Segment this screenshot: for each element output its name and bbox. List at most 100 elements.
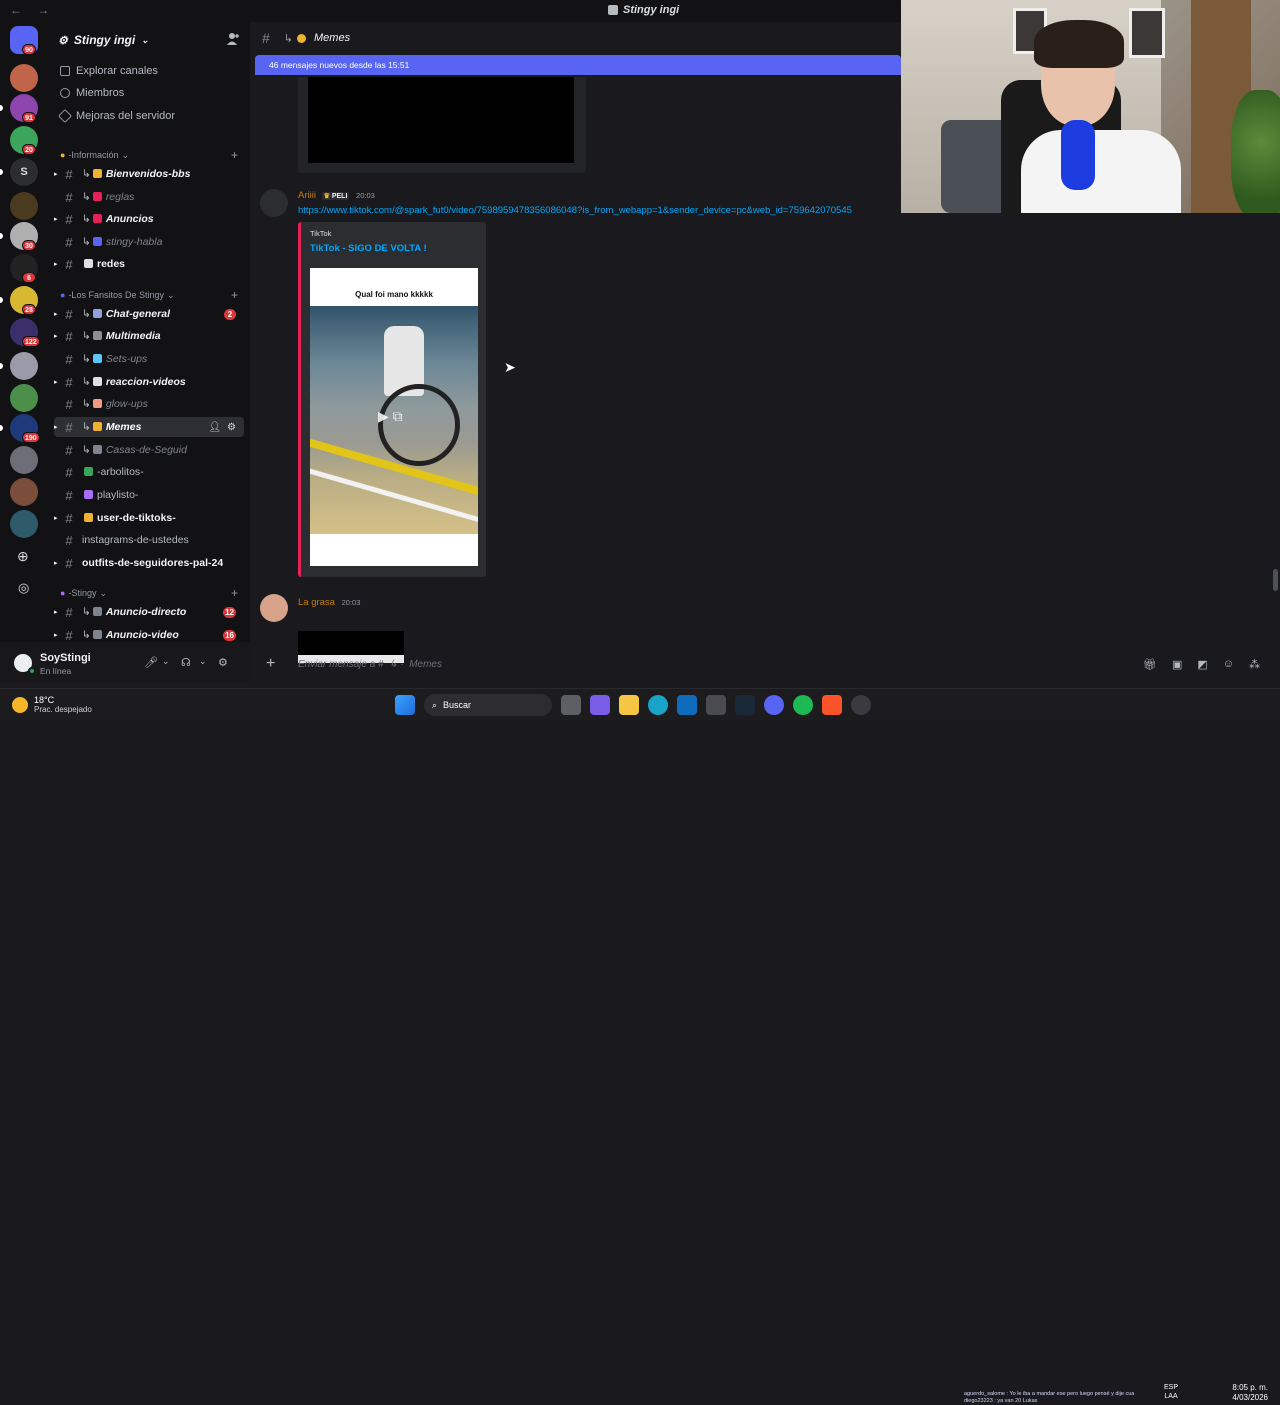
embed-title[interactable]: TikTok - SIGO DE VOLTA ! xyxy=(310,243,427,254)
channel-name: user-de-tiktoks- xyxy=(97,512,176,524)
outlook-icon[interactable] xyxy=(677,695,697,715)
channel-stingy-habla[interactable]: # ↳ stingy-habla xyxy=(54,232,244,252)
channel-label: instagrams-de-ustedes xyxy=(82,534,189,546)
server-server-4-icon[interactable]: S xyxy=(10,158,38,186)
invite-member-icon[interactable] xyxy=(226,32,240,46)
language-indicator[interactable]: ESP LAA xyxy=(1164,1383,1178,1401)
chevron-down-icon[interactable]: ⌄ xyxy=(162,656,170,667)
chatgpt-icon[interactable] xyxy=(851,695,871,715)
invite-member-icon[interactable]: 👤︎ xyxy=(208,422,221,433)
channel-instagrams-de-ustedes[interactable]: # instagrams-de-ustedes xyxy=(54,530,244,550)
new-messages-bar[interactable]: 46 mensajes nuevos desde las 15:51 xyxy=(255,55,901,75)
add-server-icon[interactable]: ⊕ xyxy=(17,548,29,565)
discord-icon[interactable] xyxy=(764,695,784,715)
thread-arrow-icon: ↳ xyxy=(82,444,91,456)
emoji-icon[interactable]: ☺ xyxy=(1223,658,1234,671)
author-name: Ariiii xyxy=(298,190,316,201)
add-channel-icon[interactable]: + xyxy=(231,288,238,302)
members-label: Miembros xyxy=(76,87,125,99)
microphone-icon[interactable]: 🎤︎ xyxy=(144,656,158,669)
channel-sets-ups[interactable]: # ↳ Sets-ups xyxy=(54,349,244,369)
chevron-down-icon[interactable]: ⌄ xyxy=(199,656,207,667)
explore-channels-link[interactable]: Explorar canales xyxy=(60,62,158,80)
brave-icon[interactable] xyxy=(822,695,842,715)
message-input[interactable] xyxy=(298,658,898,670)
channel-redes[interactable]: ▸ # redes xyxy=(54,254,244,274)
message-author[interactable]: Ariiii ♛ PELI 20:03 xyxy=(298,190,375,201)
video-thumbnail[interactable] xyxy=(308,77,574,163)
apps-icon[interactable]: ⁂ xyxy=(1249,658,1260,671)
server-boost-link[interactable]: Mejoras del servidor xyxy=(57,107,175,125)
copilot-icon[interactable] xyxy=(590,695,610,715)
username[interactable]: SoyStingi xyxy=(40,652,91,664)
add-attachment-icon[interactable]: + xyxy=(266,655,275,673)
scrollbar[interactable] xyxy=(1273,569,1278,591)
user-panel: SoyStingi En línea 🎤︎ ⌄ ☊ ⌄ ⚙ xyxy=(0,642,250,682)
weather-widget[interactable]: 18°C Prac. despejado xyxy=(12,695,92,714)
embed-provider[interactable]: TikTok xyxy=(310,229,331,238)
channel-multimedia[interactable]: ▸ # ↳ Multimedia xyxy=(54,326,244,346)
channel-chat-general[interactable]: ▸ # ↳ Chat-general 2 xyxy=(54,304,244,324)
channel-reglas[interactable]: # ↳ reglas xyxy=(54,187,244,207)
play-icon[interactable]: ▶ ⧉ xyxy=(378,408,403,425)
taskbar-search[interactable]: ⌕ Buscar xyxy=(424,694,552,716)
category-info[interactable]: ● -Información ⌄ + xyxy=(60,148,238,162)
windows-start-icon[interactable] xyxy=(395,695,415,715)
server-server-1-icon[interactable] xyxy=(10,64,38,92)
hash-icon: # xyxy=(65,487,73,503)
channel-reaccion-videos[interactable]: ▸ # ↳ reaccion-videos xyxy=(54,372,244,392)
channel-glow-ups[interactable]: # ↳ glow-ups xyxy=(54,394,244,414)
task-view-icon[interactable] xyxy=(561,695,581,715)
channel-playlisto[interactable]: # playlisto- xyxy=(54,485,244,505)
hash-icon: # xyxy=(65,532,73,548)
server-server-13-icon[interactable] xyxy=(10,446,38,474)
boost-icon xyxy=(57,108,73,124)
channel-memes[interactable]: ▸ # ↳ Memes 👤︎ ⚙ xyxy=(54,417,244,437)
discover-icon[interactable]: ◎ xyxy=(18,580,29,596)
webcam-overlay xyxy=(901,0,1280,213)
back-forward-icon[interactable]: ← → xyxy=(10,3,55,17)
edge-icon[interactable] xyxy=(648,695,668,715)
user-settings-icon[interactable]: ⚙ xyxy=(218,656,228,669)
category-fans[interactable]: ● -Los Fansitos De Stingy ⌄ + xyxy=(60,288,238,302)
file-explorer-icon[interactable] xyxy=(619,695,639,715)
avatar[interactable] xyxy=(260,594,288,622)
video-thumbnail[interactable]: Qual foi mano kkkkk ▶ ⧉ xyxy=(310,268,478,566)
channel-name: reglas xyxy=(105,191,135,203)
avatar[interactable] xyxy=(260,189,288,217)
server-server-14-icon[interactable] xyxy=(10,478,38,506)
add-channel-icon[interactable]: + xyxy=(231,148,238,162)
channel-anuncio-video[interactable]: ▸ # ↳ Anuncio-video 16 xyxy=(54,625,244,642)
channel-casas-de-seguid[interactable]: # ↳ Casas-de-Seguid xyxy=(54,440,244,460)
server-server-11-icon[interactable] xyxy=(10,384,38,412)
members-link[interactable]: Miembros xyxy=(60,84,124,102)
spotify-icon[interactable] xyxy=(793,695,813,715)
headphones-icon[interactable]: ☊ xyxy=(181,656,191,669)
ticker-line: aguerdo_salome : Yo le iba a mandar ese … xyxy=(964,1391,1134,1397)
window-title: Stingy ingi xyxy=(608,4,679,16)
gift-icon[interactable]: 🎁︎ xyxy=(1143,658,1157,671)
channel-settings-icon[interactable]: ⚙ xyxy=(227,422,236,433)
hash-icon: # xyxy=(65,627,73,643)
server-header[interactable]: ⚙ Stingy ingi ⌄ xyxy=(58,30,149,50)
add-channel-icon[interactable]: + xyxy=(231,586,238,600)
sticker-icon[interactable]: ◩ xyxy=(1197,658,1207,671)
channel-arbolitos[interactable]: # -arbolitos- xyxy=(54,462,244,482)
store-icon[interactable] xyxy=(706,695,726,715)
wall-picture xyxy=(1129,8,1165,58)
channel-outfits-de-seguidores-pal-24[interactable]: ▸ # outfits-de-seguidores-pal-24 xyxy=(54,553,244,573)
server-server-5-icon[interactable] xyxy=(10,192,38,220)
channel-user-de-tiktoks[interactable]: ▸ # user-de-tiktoks- xyxy=(54,508,244,528)
category-stingy[interactable]: ● -Stingy ⌄ + xyxy=(60,586,238,600)
system-clock[interactable]: 8:05 p. m. 4/03/2026 xyxy=(1232,1383,1268,1403)
message-link[interactable]: https://www.tiktok.com/@spark_fut0/video… xyxy=(298,205,898,216)
server-server-15-icon[interactable] xyxy=(10,510,38,538)
gif-icon[interactable]: ▣ xyxy=(1172,658,1182,671)
steam-icon[interactable] xyxy=(735,695,755,715)
channel-anuncios[interactable]: ▸ # ↳ Anuncios xyxy=(54,209,244,229)
channel-anuncio-directo[interactable]: ▸ # ↳ Anuncio-directo 12 xyxy=(54,602,244,622)
channel-bienvenidos-bbs[interactable]: ▸ # ↳ Bienvenidos-bbs xyxy=(54,164,244,184)
user-status: En línea xyxy=(40,666,72,676)
server-server-10-icon[interactable] xyxy=(10,352,38,380)
message-author[interactable]: La grasa 20:03 xyxy=(298,597,360,608)
